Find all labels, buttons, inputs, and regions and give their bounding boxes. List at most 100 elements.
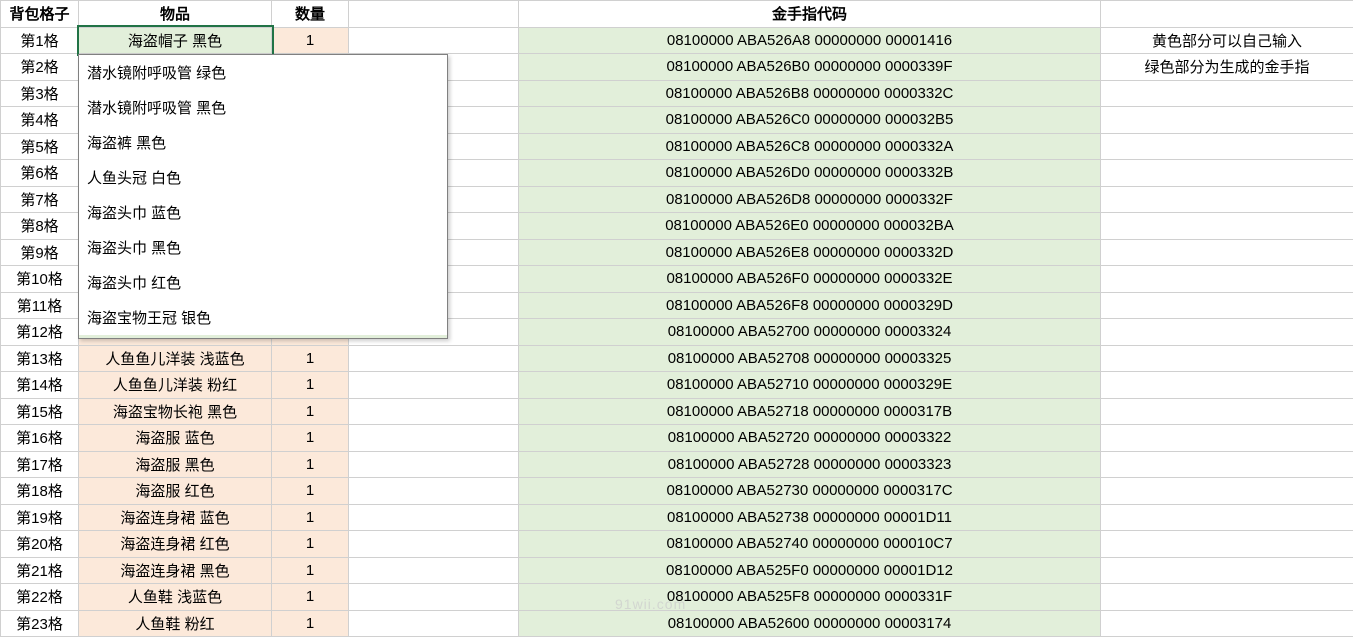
cell-gap[interactable] — [349, 27, 519, 54]
cell-note[interactable]: 绿色部分为生成的金手指 — [1101, 54, 1353, 81]
cell-slot[interactable]: 第7格 — [1, 186, 79, 213]
cell-slot[interactable]: 第20格 — [1, 531, 79, 558]
cell-code[interactable]: 08100000 ABA526B8 00000000 0000332C — [519, 80, 1101, 107]
dropdown-option[interactable]: 海盗帽子 黑色 — [79, 335, 447, 338]
cell-note[interactable] — [1101, 80, 1353, 107]
cell-code[interactable]: 08100000 ABA526C8 00000000 0000332A — [519, 133, 1101, 160]
cell-note[interactable] — [1101, 584, 1353, 611]
cell-gap[interactable] — [349, 531, 519, 558]
cell-item[interactable]: 海盗服 黑色 — [79, 451, 272, 478]
cell-qty[interactable]: 1 — [272, 557, 349, 584]
dropdown-option[interactable]: 潜水镜附呼吸管 绿色 — [79, 55, 447, 90]
cell-note[interactable] — [1101, 160, 1353, 187]
cell-slot[interactable]: 第17格 — [1, 451, 79, 478]
cell-item[interactable]: 海盗宝物长袍 黑色 — [79, 398, 272, 425]
cell-note[interactable] — [1101, 292, 1353, 319]
cell-slot[interactable]: 第3格 — [1, 80, 79, 107]
cell-code[interactable]: 08100000 ABA52708 00000000 00003325 — [519, 345, 1101, 372]
cell-code[interactable]: 08100000 ABA526E0 00000000 000032BA — [519, 213, 1101, 240]
cell-slot[interactable]: 第4格 — [1, 107, 79, 134]
dropdown-option[interactable]: 人鱼头冠 白色 — [79, 160, 447, 195]
cell-code[interactable]: 08100000 ABA526D0 00000000 0000332B — [519, 160, 1101, 187]
cell-code[interactable]: 08100000 ABA52700 00000000 00003324 — [519, 319, 1101, 346]
cell-note[interactable] — [1101, 557, 1353, 584]
cell-gap[interactable] — [349, 451, 519, 478]
cell-qty[interactable]: 1 — [272, 425, 349, 452]
cell-code[interactable]: 08100000 ABA525F8 00000000 0000331F — [519, 584, 1101, 611]
cell-code[interactable]: 08100000 ABA52600 00000000 00003174 — [519, 610, 1101, 637]
cell-gap[interactable] — [349, 398, 519, 425]
cell-qty[interactable]: 1 — [272, 27, 349, 54]
cell-note[interactable] — [1101, 133, 1353, 160]
cell-note[interactable] — [1101, 239, 1353, 266]
cell-gap[interactable] — [349, 557, 519, 584]
cell-item[interactable]: 海盗连身裙 黑色 — [79, 557, 272, 584]
cell-slot[interactable]: 第13格 — [1, 345, 79, 372]
cell-qty[interactable]: 1 — [272, 451, 349, 478]
cell-item[interactable]: 海盗连身裙 蓝色 — [79, 504, 272, 531]
cell-qty[interactable]: 1 — [272, 398, 349, 425]
cell-gap[interactable] — [349, 584, 519, 611]
cell-note[interactable] — [1101, 478, 1353, 505]
cell-slot[interactable]: 第15格 — [1, 398, 79, 425]
dropdown-option[interactable]: 海盗头巾 蓝色 — [79, 195, 447, 230]
cell-item[interactable]: 人鱼鱼儿洋装 浅蓝色 — [79, 345, 272, 372]
dropdown-option[interactable]: 海盗头巾 黑色 — [79, 230, 447, 265]
cell-item[interactable]: 人鱼鞋 浅蓝色 — [79, 584, 272, 611]
cell-code[interactable]: 08100000 ABA526B0 00000000 0000339F — [519, 54, 1101, 81]
cell-note[interactable] — [1101, 319, 1353, 346]
cell-note[interactable]: 黄色部分可以自己输入 — [1101, 27, 1353, 54]
cell-gap[interactable] — [349, 345, 519, 372]
cell-code[interactable]: 08100000 ABA526E8 00000000 0000332D — [519, 239, 1101, 266]
cell-item[interactable]: 海盗连身裙 红色 — [79, 531, 272, 558]
cell-slot[interactable]: 第5格 — [1, 133, 79, 160]
dropdown-option[interactable]: 海盗宝物王冠 银色 — [79, 300, 447, 335]
cell-slot[interactable]: 第8格 — [1, 213, 79, 240]
cell-qty[interactable]: 1 — [272, 345, 349, 372]
cell-slot[interactable]: 第2格 — [1, 54, 79, 81]
dropdown-option[interactable]: 潜水镜附呼吸管 黑色 — [79, 90, 447, 125]
cell-qty[interactable]: 1 — [272, 531, 349, 558]
cell-qty[interactable]: 1 — [272, 610, 349, 637]
cell-note[interactable] — [1101, 610, 1353, 637]
cell-qty[interactable]: 1 — [272, 478, 349, 505]
cell-gap[interactable] — [349, 425, 519, 452]
cell-gap[interactable] — [349, 610, 519, 637]
cell-note[interactable] — [1101, 372, 1353, 399]
cell-slot[interactable]: 第19格 — [1, 504, 79, 531]
cell-code[interactable]: 08100000 ABA52710 00000000 0000329E — [519, 372, 1101, 399]
cell-qty[interactable]: 1 — [272, 584, 349, 611]
cell-note[interactable] — [1101, 504, 1353, 531]
cell-code[interactable]: 08100000 ABA52730 00000000 0000317C — [519, 478, 1101, 505]
cell-slot[interactable]: 第9格 — [1, 239, 79, 266]
cell-slot[interactable]: 第16格 — [1, 425, 79, 452]
cell-code[interactable]: 08100000 ABA526F8 00000000 0000329D — [519, 292, 1101, 319]
cell-code[interactable]: 08100000 ABA526A8 00000000 00001416 — [519, 27, 1101, 54]
cell-slot[interactable]: 第23格 — [1, 610, 79, 637]
cell-slot[interactable]: 第1格 — [1, 27, 79, 54]
cell-note[interactable] — [1101, 398, 1353, 425]
cell-code[interactable]: 08100000 ABA526F0 00000000 0000332E — [519, 266, 1101, 293]
cell-note[interactable] — [1101, 213, 1353, 240]
cell-code[interactable]: 08100000 ABA52720 00000000 00003322 — [519, 425, 1101, 452]
dropdown-option[interactable]: 海盗裤 黑色 — [79, 125, 447, 160]
cell-item[interactable]: 海盗服 红色 — [79, 478, 272, 505]
cell-gap[interactable] — [349, 504, 519, 531]
dropdown-option[interactable]: 海盗头巾 红色 — [79, 265, 447, 300]
cell-slot[interactable]: 第11格 — [1, 292, 79, 319]
cell-note[interactable] — [1101, 345, 1353, 372]
cell-slot[interactable]: 第6格 — [1, 160, 79, 187]
cell-item[interactable]: 海盗服 蓝色 — [79, 425, 272, 452]
cell-code[interactable]: 08100000 ABA52738 00000000 00001D11 — [519, 504, 1101, 531]
cell-code[interactable]: 08100000 ABA52718 00000000 0000317B — [519, 398, 1101, 425]
cell-item[interactable]: 海盗帽子 黑色▼ — [79, 27, 272, 54]
cell-note[interactable] — [1101, 531, 1353, 558]
cell-slot[interactable]: 第22格 — [1, 584, 79, 611]
cell-gap[interactable] — [349, 478, 519, 505]
cell-item[interactable]: 人鱼鱼儿洋装 粉红 — [79, 372, 272, 399]
cell-gap[interactable] — [349, 372, 519, 399]
cell-slot[interactable]: 第10格 — [1, 266, 79, 293]
cell-qty[interactable]: 1 — [272, 372, 349, 399]
item-dropdown-list[interactable]: 潜水镜附呼吸管 绿色潜水镜附呼吸管 黑色海盗裤 黑色人鱼头冠 白色海盗头巾 蓝色… — [78, 54, 448, 339]
cell-item[interactable]: 人鱼鞋 粉红 — [79, 610, 272, 637]
